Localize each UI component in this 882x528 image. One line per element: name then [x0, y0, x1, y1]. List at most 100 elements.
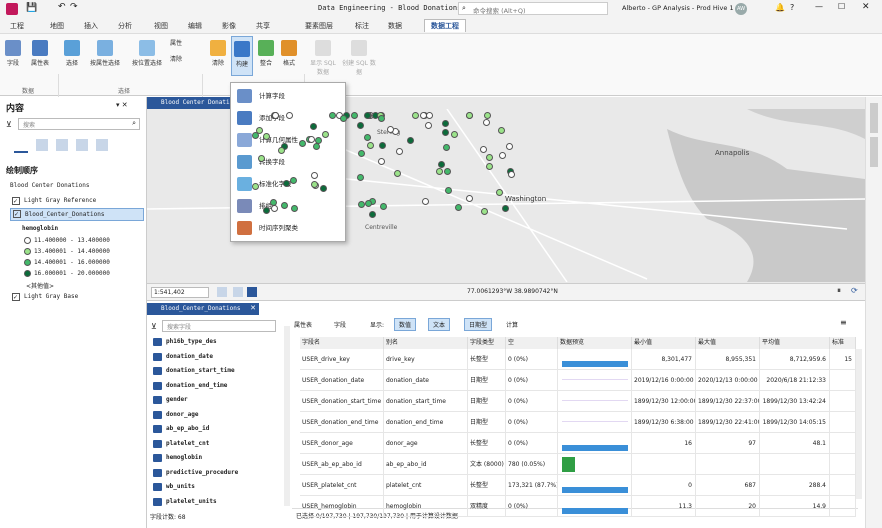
value-cell[interactable]: 2020/12/13 0:00:00 [696, 370, 760, 391]
value-cell[interactable]: 8,712,959.6 [760, 349, 830, 370]
tab-view[interactable]: 视图 [154, 21, 168, 31]
save-icon[interactable]: 💾 [26, 3, 37, 13]
contents-search[interactable]: 搜索 ⌕ [18, 118, 140, 130]
tab-share[interactable]: 共享 [256, 21, 270, 31]
value-cell[interactable]: 173,321 (87.7%) [506, 475, 558, 496]
tab-edit[interactable]: 编辑 [188, 21, 202, 31]
field-list-item[interactable]: donation_start_time [152, 365, 276, 377]
field-cell[interactable]: platelet_cnt [384, 475, 468, 496]
value-cell[interactable] [830, 433, 856, 454]
help-icon[interactable]: ? [790, 3, 794, 12]
value-cell[interactable]: 0 (0%) [506, 391, 558, 412]
pane-options-icon[interactable]: ▾ ✕ [116, 101, 128, 109]
undo-icon[interactable]: ↶ [58, 2, 66, 12]
field-list-item[interactable]: wb_units [152, 481, 276, 493]
field-list-item[interactable]: donation_date [152, 351, 276, 363]
value-cell[interactable]: 日期型 [468, 412, 506, 433]
value-cell[interactable]: 日期型 [468, 370, 506, 391]
field-cell[interactable]: drive_key [384, 349, 468, 370]
value-cell[interactable]: 1899/12/30 22:41:00 [696, 412, 760, 433]
nav-icon[interactable] [247, 287, 257, 297]
editing-icon[interactable] [76, 139, 88, 151]
column-header[interactable]: 平均值 [760, 337, 830, 349]
filter-date-toggle[interactable]: 日期型 [464, 318, 493, 331]
full-extent-icon[interactable] [217, 287, 227, 297]
field-cell[interactable]: ab_ep_abo_id [384, 454, 468, 475]
minimize-button[interactable]: — [815, 2, 823, 11]
field-search[interactable]: 搜索字段 [162, 320, 276, 332]
value-cell[interactable]: 1899/12/30 6:38:00 [632, 412, 696, 433]
redo-icon[interactable]: ↷ [70, 2, 78, 12]
field-cell[interactable]: USER_platelet_cnt [300, 475, 384, 496]
field-cell[interactable]: donation_date [384, 370, 468, 391]
menu-time-series-clustering[interactable]: 时间序列聚类 [233, 218, 343, 238]
snapping-icon[interactable] [96, 139, 108, 151]
column-header[interactable]: 最小值 [632, 337, 696, 349]
value-cell[interactable]: 0 (0%) [506, 349, 558, 370]
value-cell[interactable]: 780 (0.05%) [506, 454, 558, 475]
value-cell[interactable]: 687 [696, 475, 760, 496]
format-button[interactable]: 格式 [279, 40, 299, 67]
tab-labeling[interactable]: 标注 [355, 21, 369, 31]
layer-blood-center-donations[interactable]: Blood_Center_Donations [25, 211, 104, 218]
refresh-icon[interactable]: ⟳ [851, 286, 858, 295]
tab-data-engineering[interactable]: 数据工程 [424, 19, 466, 32]
field-list-item[interactable]: donation_end_time [152, 380, 276, 392]
value-cell[interactable] [830, 412, 856, 433]
value-cell[interactable]: 双精度 [468, 496, 506, 517]
value-cell[interactable]: 0 [632, 475, 696, 496]
select-by-attributes-button[interactable]: 按属性选择 [86, 40, 124, 67]
value-cell[interactable]: 0 (0%) [506, 496, 558, 517]
tab-data[interactable]: 数据 [388, 21, 402, 31]
map-node[interactable]: Blood Center Donations [10, 182, 89, 189]
layer-selected[interactable]: ✓ Blood_Center_Donations [10, 208, 144, 221]
column-header[interactable]: 空 [506, 337, 558, 349]
value-cell[interactable]: 288.4 [760, 475, 830, 496]
value-cell[interactable]: 长整型 [468, 475, 506, 496]
field-list-item[interactable]: platelet_units [152, 496, 276, 508]
notifications-icon[interactable]: 🔔 [775, 3, 785, 12]
field-list-item[interactable]: hemoglobin [152, 452, 276, 464]
value-cell[interactable]: 16 [632, 433, 696, 454]
table-tab[interactable]: Blood_Center_Donations ✕ [147, 303, 259, 315]
value-cell[interactable]: 1899/12/30 22:37:00 [696, 391, 760, 412]
filter-icon[interactable]: ⊻ [6, 120, 12, 129]
tab-map[interactable]: 地图 [50, 21, 64, 31]
field-cell[interactable]: donor_age [384, 433, 468, 454]
value-cell[interactable]: 20 [696, 496, 760, 517]
value-cell[interactable]: 0 (0%) [506, 412, 558, 433]
value-cell[interactable] [632, 454, 696, 475]
value-cell[interactable]: 8,955,351 [696, 349, 760, 370]
fields-link[interactable]: 字段 [334, 320, 346, 329]
field-cell[interactable]: USER_donor_age [300, 433, 384, 454]
value-cell[interactable]: 长整型 [468, 433, 506, 454]
value-cell[interactable]: 48.1 [760, 433, 830, 454]
menu-calculate-field[interactable]: 计算字段 [233, 86, 343, 106]
filter-text-toggle[interactable]: 文本 [428, 318, 451, 331]
value-cell[interactable] [760, 454, 830, 475]
value-cell[interactable]: 1899/12/30 14:05:15 [760, 412, 830, 433]
value-cell[interactable]: 14.9 [760, 496, 830, 517]
value-cell[interactable] [830, 391, 856, 412]
select-button[interactable]: 选择 [62, 40, 82, 67]
pause-icon[interactable]: ⏸ [837, 286, 841, 296]
attribute-table-button[interactable]: 属性表 [28, 40, 52, 67]
construct-button[interactable]: 构建 [231, 36, 253, 76]
field-cell[interactable]: donation_start_time [384, 391, 468, 412]
value-cell[interactable]: 1899/12/30 12:00:00 [632, 391, 696, 412]
field-cell[interactable]: USER_donation_end_time [300, 412, 384, 433]
value-cell[interactable]: 2020/6/18 21:12:33 [760, 370, 830, 391]
layer-checkbox[interactable]: ✓ [12, 293, 20, 301]
value-cell[interactable]: 11.3 [632, 496, 696, 517]
data-source-icon[interactable] [36, 139, 48, 151]
column-header[interactable]: 最大值 [696, 337, 760, 349]
filter-numeric-toggle[interactable]: 数值 [394, 318, 417, 331]
tab-imagery[interactable]: 影像 [222, 21, 236, 31]
field-cell[interactable]: USER_hemoglobin [300, 496, 384, 517]
integrate-button[interactable]: 整合 [256, 40, 276, 67]
value-cell[interactable]: 1899/12/30 13:42:24 [760, 391, 830, 412]
field-list-item[interactable]: donor_age [152, 409, 276, 421]
field-list-item[interactable]: gender [152, 394, 276, 406]
field-cell[interactable]: USER_donation_start_time [300, 391, 384, 412]
avatar[interactable]: AW [735, 3, 747, 15]
